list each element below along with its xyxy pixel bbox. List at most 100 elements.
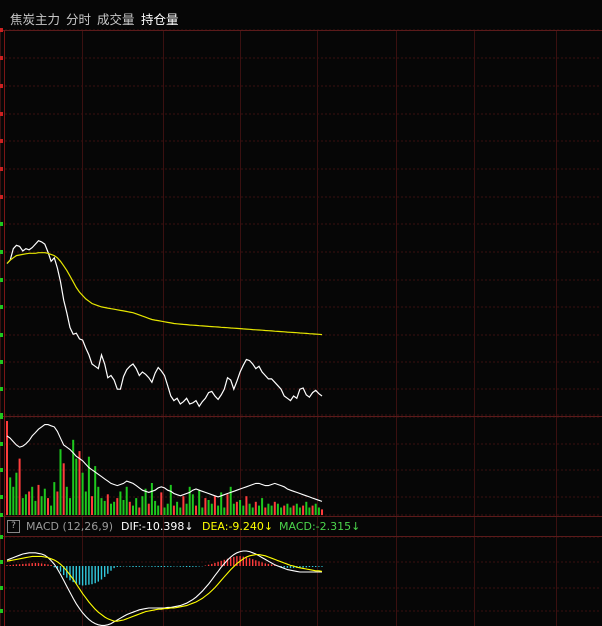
volume-bar-76 bbox=[245, 496, 248, 515]
volume-bar-6 bbox=[24, 494, 27, 515]
volume-bar-85 bbox=[273, 501, 276, 515]
volume-bar-74 bbox=[239, 500, 242, 515]
volume-bar-4 bbox=[18, 458, 21, 515]
volume-bar-21 bbox=[72, 439, 75, 515]
volume-bar-72 bbox=[232, 503, 235, 515]
volume-bar-41 bbox=[135, 498, 138, 515]
axis-tick-22 bbox=[0, 586, 3, 590]
macd-value: MACD:-2.315↓ bbox=[279, 520, 361, 533]
volume-bar-69 bbox=[223, 507, 226, 515]
volume-bar-44 bbox=[144, 488, 147, 515]
volume-bar-17 bbox=[59, 449, 62, 515]
axis-tick-17 bbox=[0, 468, 3, 472]
volume-bar-93 bbox=[298, 507, 301, 515]
axis-tick-20 bbox=[0, 535, 3, 539]
axis-tick-3 bbox=[0, 112, 3, 116]
volume-bar-90 bbox=[289, 507, 292, 515]
volume-bar-80 bbox=[258, 505, 260, 515]
axis-tick-8 bbox=[0, 250, 3, 254]
volume-bar-96 bbox=[308, 507, 311, 515]
volume-bar-27 bbox=[91, 496, 93, 515]
volume-bar-75 bbox=[242, 505, 245, 515]
volume-bar-95 bbox=[305, 501, 308, 515]
volume-bar-92 bbox=[295, 503, 298, 515]
volume-bar-50 bbox=[163, 507, 166, 515]
volume-bar-54 bbox=[176, 501, 179, 515]
volume-bar-37 bbox=[122, 500, 125, 515]
axis-tick-15 bbox=[0, 415, 3, 419]
axis-tick-1 bbox=[0, 56, 3, 60]
volume-bar-3 bbox=[15, 472, 18, 515]
volume-bar-66 bbox=[213, 496, 216, 515]
volume-bar-13 bbox=[47, 498, 49, 515]
volume-bar-57 bbox=[185, 503, 188, 515]
volume-bar-33 bbox=[110, 503, 112, 515]
volume-bar-62 bbox=[201, 507, 204, 515]
volume-bar-51 bbox=[166, 503, 169, 515]
volume-bar-1 bbox=[9, 477, 12, 515]
volume-bar-9 bbox=[34, 500, 37, 515]
volume-bar-94 bbox=[302, 505, 305, 515]
volume-bar-100 bbox=[321, 509, 323, 515]
volume-bar-59 bbox=[191, 494, 194, 515]
volume-bar-77 bbox=[248, 503, 251, 515]
volume-bar-82 bbox=[264, 507, 267, 515]
volume-bar-88 bbox=[283, 505, 286, 515]
volume-bar-65 bbox=[210, 503, 213, 515]
volume-bar-31 bbox=[103, 500, 106, 515]
volume-bar-28 bbox=[94, 466, 97, 515]
volume-bar-97 bbox=[311, 505, 314, 515]
volume-bar-39 bbox=[128, 501, 131, 515]
volume-bar-32 bbox=[106, 494, 109, 515]
volume-bar-12 bbox=[43, 488, 46, 515]
volume-bar-40 bbox=[132, 505, 134, 515]
volume-bar-19 bbox=[65, 486, 68, 515]
volume-bar-10 bbox=[37, 484, 40, 515]
volume-bar-53 bbox=[172, 505, 175, 515]
volume-bar-15 bbox=[53, 482, 56, 515]
volume-bar-23 bbox=[78, 451, 81, 515]
volume-bar-73 bbox=[235, 501, 238, 515]
volume-bar-91 bbox=[292, 505, 295, 515]
axis-tick-23 bbox=[0, 609, 3, 613]
dif-value: DIF:-10.398↓ bbox=[121, 520, 194, 533]
axis-tick-13 bbox=[0, 387, 3, 391]
volume-bar-2 bbox=[12, 486, 15, 515]
axis-tick-21 bbox=[0, 560, 3, 564]
volume-bar-36 bbox=[119, 491, 122, 515]
volume-bar-78 bbox=[251, 507, 254, 515]
volume-bar-52 bbox=[169, 484, 172, 515]
volume-bar-35 bbox=[116, 498, 119, 515]
volume-bar-84 bbox=[270, 505, 273, 515]
macd-legend: ? MACD (12,26,9) DIF:-10.398↓ DEA:-9.240… bbox=[0, 517, 602, 535]
volume-bar-89 bbox=[286, 503, 289, 515]
volume-bar-42 bbox=[138, 507, 141, 515]
macd-title: MACD (12,26,9) bbox=[26, 520, 114, 533]
volume-bar-30 bbox=[100, 498, 103, 515]
axis-tick-0 bbox=[0, 28, 3, 32]
volume-bar-49 bbox=[160, 492, 163, 515]
axis-tick-16 bbox=[0, 442, 3, 446]
volume-bar-29 bbox=[97, 486, 100, 515]
volume-bar-0 bbox=[6, 421, 8, 515]
axis-tick-4 bbox=[0, 139, 3, 143]
volume-bar-14 bbox=[50, 505, 53, 515]
axis-tick-11 bbox=[0, 333, 3, 337]
volume-bar-11 bbox=[40, 496, 43, 515]
volume-bar-16 bbox=[56, 491, 59, 515]
volume-bar-79 bbox=[254, 501, 257, 515]
volume-bar-83 bbox=[267, 503, 270, 515]
volume-bar-20 bbox=[69, 498, 71, 515]
volume-bar-7 bbox=[28, 491, 31, 515]
volume-bar-61 bbox=[198, 490, 201, 515]
axis-tick-18 bbox=[0, 495, 3, 499]
volume-bar-45 bbox=[147, 503, 150, 515]
axis-tick-7 bbox=[0, 222, 3, 226]
volume-bar-34 bbox=[113, 501, 116, 515]
help-icon[interactable]: ? bbox=[7, 520, 20, 533]
volume-bar-63 bbox=[204, 498, 207, 515]
volume-bar-86 bbox=[276, 503, 279, 515]
volume-bar-47 bbox=[154, 500, 157, 515]
volume-bar-25 bbox=[84, 491, 87, 515]
volume-bar-26 bbox=[87, 456, 90, 515]
